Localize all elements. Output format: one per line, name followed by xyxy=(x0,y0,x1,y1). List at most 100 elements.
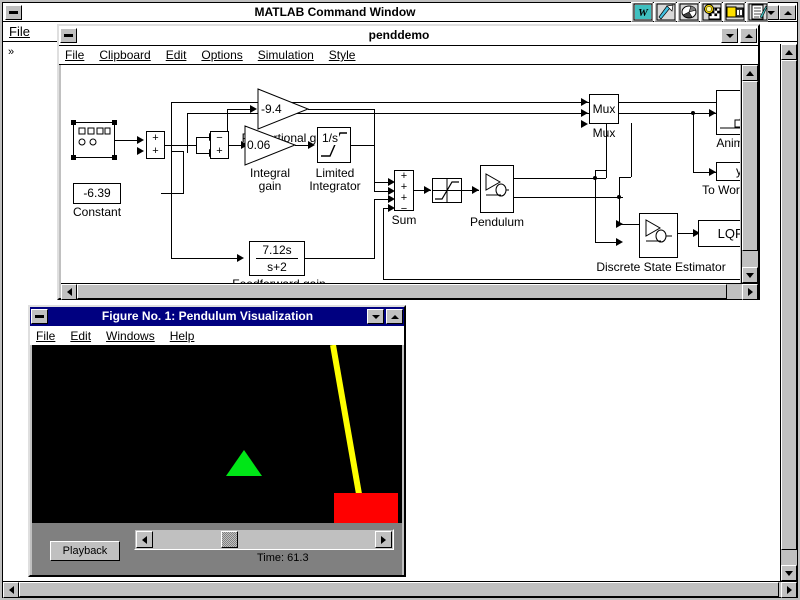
scroll-left-arrow-icon xyxy=(8,586,14,594)
penddemo-menu-simulation[interactable]: Simulation xyxy=(258,48,314,62)
penddemo-horizontal-scrollbar[interactable] xyxy=(61,283,758,300)
selection-handle[interactable] xyxy=(112,120,117,125)
matlab-scroll-right-button[interactable] xyxy=(781,582,797,598)
binoculars-icon[interactable] xyxy=(723,2,745,22)
figure-title-bar[interactable]: Figure No. 1: Pendulum Visualization xyxy=(30,307,404,326)
block-to-workspace[interactable]: y xyxy=(716,162,740,181)
cart-rect xyxy=(334,493,398,523)
penddemo-menu-edit[interactable]: Edit xyxy=(166,48,187,62)
signal-arrow xyxy=(709,168,716,176)
figure-system-menu-button[interactable] xyxy=(31,309,48,324)
penddemo-system-menu-button[interactable] xyxy=(60,28,77,43)
figure-menu-windows-label: Windows xyxy=(106,328,155,343)
selection-handle[interactable] xyxy=(71,120,76,125)
block-feedforward-gain[interactable]: 7.12s s+2 xyxy=(249,241,305,276)
block-sum-1[interactable]: + + xyxy=(146,131,165,159)
penddemo-scroll-up-button[interactable] xyxy=(742,65,758,81)
penddemo-menu-file[interactable]: File xyxy=(65,48,84,62)
matlab-toolbar[interactable]: W xyxy=(631,2,768,22)
block-sum[interactable]: + + + − xyxy=(394,170,414,215)
figure-control-panel: Playback Time: 61.3 xyxy=(32,523,402,575)
figure-menu-windows[interactable]: Windows xyxy=(106,329,155,343)
matlab-prompt: » xyxy=(8,46,15,58)
penddemo-vscroll-thumb[interactable] xyxy=(742,81,758,251)
signal-arrow xyxy=(472,186,479,194)
selection-handle[interactable] xyxy=(112,155,117,160)
block-saturation[interactable] xyxy=(432,178,462,203)
matlab-system-menu-button[interactable] xyxy=(5,4,22,20)
matlab-hscroll-thumb[interactable] xyxy=(19,582,779,597)
wire xyxy=(228,145,242,146)
wire-lqr-feedback xyxy=(383,279,740,280)
penddemo-menu-clipboard[interactable]: Clipboard xyxy=(99,48,150,62)
signal-junction xyxy=(593,176,597,180)
figure-menu-edit[interactable]: Edit xyxy=(70,329,91,343)
matlab-menu-file[interactable]: File xyxy=(9,24,30,39)
figure-restore-button[interactable] xyxy=(367,309,384,324)
penddemo-menu-clipboard-label: Clipboard xyxy=(99,48,151,62)
playback-scroll-right-button[interactable] xyxy=(375,531,392,548)
block-lqr[interactable]: LQR xyxy=(698,220,740,247)
penddemo-vertical-scrollbar[interactable] xyxy=(741,65,758,283)
block-discrete-state-estimator[interactable] xyxy=(639,213,678,258)
playback-button[interactable]: Playback xyxy=(50,541,120,561)
figure-menu-help-label: Help xyxy=(169,328,195,343)
figure-maximize-button[interactable] xyxy=(386,309,403,324)
notepad-pencil-icon[interactable] xyxy=(746,2,768,22)
wire xyxy=(606,172,607,178)
matlab-logo-icon[interactable]: W xyxy=(631,2,653,22)
wire xyxy=(619,177,631,178)
matlab-scroll-down-button[interactable] xyxy=(781,565,797,581)
block-integral-gain[interactable]: 0.06 xyxy=(244,125,297,166)
penddemo-hscroll-thumb[interactable] xyxy=(77,284,727,299)
block-pendulum[interactable] xyxy=(480,165,514,213)
wire xyxy=(595,178,596,242)
figure-window[interactable]: Figure No. 1: Pendulum Visualization Fil… xyxy=(28,305,406,577)
scroll-right-arrow-icon xyxy=(786,586,792,594)
penddemo-scroll-down-button[interactable] xyxy=(742,267,758,283)
wire xyxy=(304,258,375,259)
wire xyxy=(196,137,210,138)
matlab-maximize-button[interactable] xyxy=(779,5,796,20)
block-limited-integrator[interactable]: 1/s xyxy=(317,127,351,163)
figure-menu-bar[interactable]: File Edit Windows Help xyxy=(30,326,404,345)
simulink-model-canvas[interactable]: -6.39 Constant + + − + -9.4 Proportional… xyxy=(61,65,740,283)
search-globe-icon[interactable] xyxy=(700,2,722,22)
block-signal-generator[interactable] xyxy=(73,122,115,158)
penddemo-restore-button[interactable] xyxy=(721,28,738,43)
penddemo-maximize-button[interactable] xyxy=(740,28,757,43)
figure-menu-file[interactable]: File xyxy=(36,329,55,343)
matlab-scroll-up-button[interactable] xyxy=(781,44,797,60)
playback-scroll-left-button[interactable] xyxy=(136,531,153,548)
figure-menu-help[interactable]: Help xyxy=(170,329,195,343)
penddemo-scroll-left-button[interactable] xyxy=(61,284,77,300)
penddemo-menu-options[interactable]: Options xyxy=(201,48,242,62)
pendulum-animation-plot[interactable] xyxy=(32,345,402,523)
sum1-sign-1: + xyxy=(152,132,159,144)
block-animation[interactable] xyxy=(716,90,740,135)
penddemo-menu-bar[interactable]: File Clipboard Edit Options Simulation S… xyxy=(59,46,758,65)
block-sum-2[interactable]: − + xyxy=(210,131,229,159)
matlab-horizontal-scrollbar[interactable] xyxy=(3,581,797,598)
matlab-scroll-left-button[interactable] xyxy=(3,582,19,598)
block-constant[interactable]: -6.39 xyxy=(73,183,121,204)
block-mux[interactable]: Mux xyxy=(589,94,619,124)
signal-junction xyxy=(617,195,621,199)
selection-handle[interactable] xyxy=(71,155,76,160)
wire xyxy=(114,140,138,141)
block-proportional-gain[interactable]: -9.4 xyxy=(257,88,310,130)
playback-slider[interactable] xyxy=(134,529,394,550)
matlab-scroll-thumb[interactable] xyxy=(781,60,797,550)
simulink-icon[interactable] xyxy=(654,2,676,22)
penddemo-menu-style[interactable]: Style xyxy=(329,48,356,62)
wire xyxy=(677,113,713,114)
playback-slider-thumb[interactable] xyxy=(221,531,238,548)
matlab-vertical-scrollbar[interactable] xyxy=(780,44,797,581)
chart-icon[interactable] xyxy=(677,2,699,22)
penddemo-title-bar[interactable]: penddemo xyxy=(59,26,758,46)
block-limited-integrator-label-2: Integrator xyxy=(309,179,361,193)
penddemo-window[interactable]: penddemo File Clipboard Edit Options Sim… xyxy=(57,24,760,300)
penddemo-scroll-right-button[interactable] xyxy=(742,284,758,300)
block-to-workspace-label: To Workspace xyxy=(702,183,740,197)
signal-arrow xyxy=(581,109,588,117)
